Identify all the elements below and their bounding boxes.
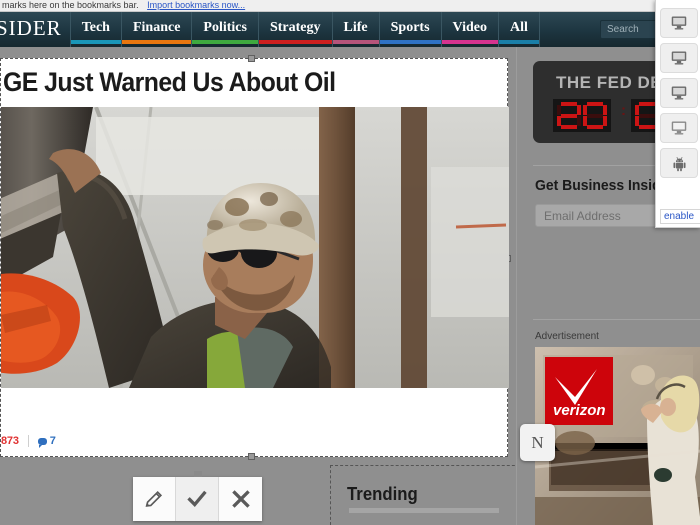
trending-placeholder-bar xyxy=(349,508,499,513)
nav-label: All xyxy=(510,19,528,35)
nav-underline xyxy=(379,40,441,44)
seven-segment-digit xyxy=(583,102,607,129)
check-icon xyxy=(187,490,207,507)
trending-section[interactable]: Trending xyxy=(330,462,534,525)
nav-label: Life xyxy=(343,19,368,35)
site-navigation-bar: SIDER Tech Finance Politics Strategy Lif… xyxy=(0,12,700,47)
nav-item-finance[interactable]: Finance xyxy=(121,12,193,47)
edit-button[interactable] xyxy=(133,477,176,521)
desktop-icon xyxy=(671,51,687,65)
nav-underline xyxy=(121,40,192,44)
toolbar-anchor-nub xyxy=(193,471,202,477)
countdown-digits-left xyxy=(553,99,611,132)
article-hero-image xyxy=(1,107,509,388)
meta-divider xyxy=(27,435,29,447)
device-desktop-4[interactable] xyxy=(660,113,698,143)
nav-label: Politics xyxy=(203,19,247,35)
svg-text:verizon: verizon xyxy=(553,402,606,419)
nav-underline xyxy=(192,40,258,44)
edit-toolbar[interactable] xyxy=(133,471,262,521)
nav-label: Strategy xyxy=(269,19,321,35)
nav-item-all[interactable]: All xyxy=(499,12,540,47)
advertisement-creative[interactable]: verizon xyxy=(535,347,700,525)
fed-widget-title: THE FED DE xyxy=(556,73,663,92)
bookmarks-bar: marks here on the bookmarks bar. Import … xyxy=(0,0,700,12)
desktop-icon xyxy=(671,121,687,135)
countdown-separator: : xyxy=(621,102,626,119)
nav-underline xyxy=(499,40,539,44)
article-headline: GE Just Warned Us About Oil xyxy=(3,67,336,97)
comment-count: 7 xyxy=(49,435,56,447)
import-bookmarks-link[interactable]: Import bookmarks now... xyxy=(147,0,245,10)
desktop-icon xyxy=(671,16,687,30)
device-desktop-1[interactable] xyxy=(660,8,698,38)
device-desktop-2[interactable] xyxy=(660,43,698,73)
nav-label: Sports xyxy=(390,19,430,35)
nav-label: Tech xyxy=(81,19,110,35)
selection-handle-bottom[interactable] xyxy=(248,453,255,460)
page-content-area: GE Just Warned Us About Oil 873 7 Trendi… xyxy=(0,47,700,525)
selection-handle-top[interactable] xyxy=(248,55,255,62)
share-count: 873 xyxy=(1,435,19,447)
note-badge[interactable]: N xyxy=(520,424,555,461)
close-icon xyxy=(231,490,250,508)
enable-link[interactable]: enable xyxy=(660,209,700,224)
device-emulation-panel[interactable]: enable xyxy=(655,0,700,228)
nav-underline xyxy=(332,40,379,44)
device-desktop-3[interactable] xyxy=(660,78,698,108)
bookmarks-bar-text: marks here on the bookmarks bar. xyxy=(2,0,139,10)
advertisement-label: Advertisement xyxy=(535,331,599,342)
trending-title: Trending xyxy=(347,484,418,504)
nav-item-tech[interactable]: Tech xyxy=(70,12,122,47)
nav-item-life[interactable]: Life xyxy=(332,12,380,47)
cancel-button[interactable] xyxy=(219,477,262,521)
comment-count-group[interactable]: 7 xyxy=(37,435,56,448)
comment-bubble-icon xyxy=(37,437,47,448)
nav-underline xyxy=(258,40,332,44)
device-android[interactable] xyxy=(660,148,698,178)
article-meta-row: 873 7 xyxy=(1,430,509,452)
desktop-icon xyxy=(671,86,687,100)
nav-underline xyxy=(441,40,499,44)
nav-item-sports[interactable]: Sports xyxy=(379,12,442,47)
seven-segment-digit xyxy=(557,102,581,129)
nav-label: Video xyxy=(452,19,488,35)
nav-label: Finance xyxy=(132,19,181,35)
pencil-icon xyxy=(145,490,163,507)
site-logo[interactable]: SIDER xyxy=(0,12,71,47)
android-icon xyxy=(672,156,686,171)
nav-item-politics[interactable]: Politics xyxy=(192,12,259,47)
confirm-button[interactable] xyxy=(176,477,219,521)
nav-underline xyxy=(70,40,121,44)
nav-item-video[interactable]: Video xyxy=(441,12,500,47)
ad-divider xyxy=(533,319,700,320)
article-block[interactable]: GE Just Warned Us About Oil 873 7 xyxy=(0,55,511,460)
nav-item-strategy[interactable]: Strategy xyxy=(258,12,333,47)
